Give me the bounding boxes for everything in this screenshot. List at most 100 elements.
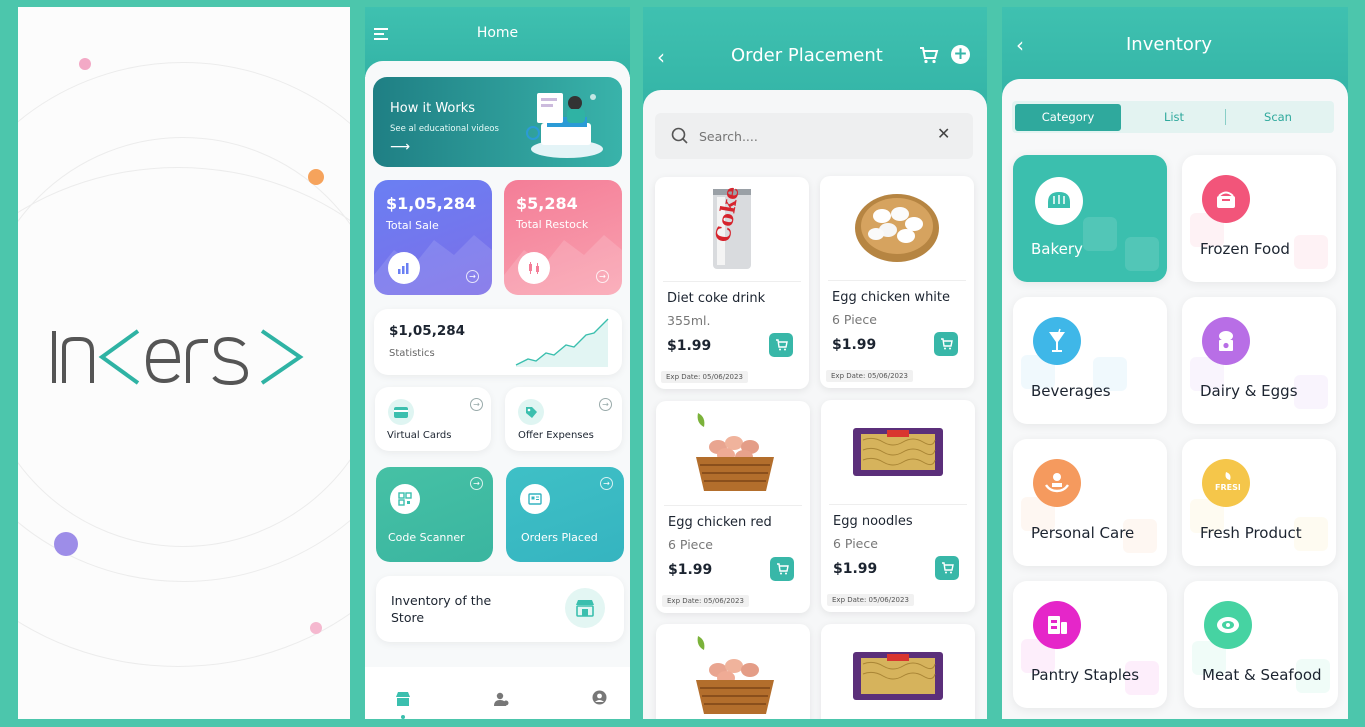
category-label: Pantry Staples xyxy=(1031,666,1140,684)
arrow-circle-icon[interactable]: → xyxy=(600,477,613,490)
product-qty: 6 Piece xyxy=(832,312,877,327)
category-beverages[interactable]: Beverages xyxy=(1013,297,1167,424)
total-sale-card[interactable]: $1,05,284 Total Sale → xyxy=(374,180,492,295)
inventory-card-line2: Store xyxy=(391,610,425,625)
order-placement-screen: ‹ Order Placement + ✕ Coke Diet coke dri… xyxy=(643,7,987,719)
offer-expenses-tile[interactable]: → Offer Expenses xyxy=(505,387,622,451)
add-icon[interactable]: + xyxy=(951,45,970,64)
category-label: Beverages xyxy=(1031,382,1111,400)
total-restock-card[interactable]: $5,284 Total Restock → xyxy=(504,180,622,295)
back-icon[interactable]: ‹ xyxy=(657,45,665,69)
inkers-logo xyxy=(52,329,304,386)
arrow-circle-icon[interactable]: → xyxy=(470,398,483,411)
product-qty: 355ml. xyxy=(667,313,711,328)
tab-list[interactable]: List xyxy=(1124,104,1224,131)
inventory-store-card[interactable]: Inventory of the Store xyxy=(376,576,624,642)
add-to-cart-button[interactable] xyxy=(935,556,959,580)
tab-category[interactable]: Category xyxy=(1015,104,1121,131)
cart-icon xyxy=(776,563,789,575)
back-icon[interactable]: ‹ xyxy=(1016,33,1024,57)
product-card[interactable]: Coke Diet coke drink 355ml. $1.99 Exp Da… xyxy=(655,177,809,389)
decor-shape xyxy=(1125,237,1159,271)
add-to-cart-button[interactable] xyxy=(934,332,958,356)
product-card[interactable]: Egg chicken red 6 Piece $1.99 Exp Date: … xyxy=(656,401,810,613)
add-to-cart-button[interactable] xyxy=(769,333,793,357)
decor-dot xyxy=(79,58,91,70)
personal-care-icon xyxy=(1033,459,1081,507)
view-tabs: Category List Scan xyxy=(1012,101,1334,133)
category-meat-seafood[interactable]: Meat & Seafood xyxy=(1184,581,1338,708)
drink-icon xyxy=(1033,317,1081,365)
splash-screen xyxy=(18,7,350,719)
product-card[interactable]: Egg chicken white 6 Piece $1.99 Exp Date… xyxy=(820,176,974,388)
meat-icon xyxy=(1204,601,1252,649)
product-card[interactable]: Egg noodles 6 Piece $1.99 Exp Date: 05/0… xyxy=(821,400,975,612)
bottom-nav xyxy=(365,667,630,719)
store-icon xyxy=(565,588,605,628)
category-frozen-food[interactable]: Frozen Food xyxy=(1182,155,1336,282)
page-title: Home xyxy=(476,25,519,41)
red-egg-basket-image xyxy=(696,636,774,714)
arrow-circle-icon[interactable]: → xyxy=(466,270,479,283)
home-screen: Home How it Works See al educational vid… xyxy=(365,7,630,719)
search-bar[interactable]: ✕ xyxy=(655,113,973,159)
red-egg-basket-image xyxy=(696,413,774,491)
product-card[interactable] xyxy=(656,624,810,719)
tile-label: Code Scanner xyxy=(388,531,465,544)
tag-icon xyxy=(518,399,544,425)
product-price: $1.99 xyxy=(832,337,877,353)
search-input[interactable] xyxy=(699,125,919,147)
virtual-cards-tile[interactable]: → Virtual Cards xyxy=(375,387,491,451)
banner-subtitle: See al educational videos xyxy=(390,124,499,134)
arrow-circle-icon[interactable]: → xyxy=(599,398,612,411)
orders-placed-tile[interactable]: → Orders Placed xyxy=(506,467,624,562)
svg-text:FRESH: FRESH xyxy=(1215,483,1240,492)
pantry-icon xyxy=(1033,601,1081,649)
cart-icon[interactable] xyxy=(919,46,939,68)
clear-icon[interactable]: ✕ xyxy=(937,124,950,143)
category-label: Dairy & Eggs xyxy=(1200,382,1298,400)
candlestick-icon xyxy=(518,252,550,284)
nav-user-icon[interactable] xyxy=(493,691,509,710)
egg-basket-image xyxy=(855,194,939,262)
expiry-date: Exp Date: 05/06/2023 xyxy=(661,371,748,383)
page-title: Order Placement xyxy=(731,45,883,66)
add-to-cart-button[interactable] xyxy=(770,557,794,581)
category-label: Personal Care xyxy=(1031,524,1135,542)
arrow-circle-icon[interactable]: → xyxy=(596,270,609,283)
tab-scan[interactable]: Scan xyxy=(1228,104,1328,131)
category-personal-care[interactable]: Personal Care xyxy=(1013,439,1167,566)
category-pantry-staples[interactable]: Pantry Staples xyxy=(1013,581,1167,708)
category-label: Meat & Seafood xyxy=(1202,666,1322,684)
bread-icon xyxy=(1035,177,1083,225)
line-chart-icon xyxy=(515,318,609,367)
tile-label: Offer Expenses xyxy=(518,430,594,441)
category-dairy-eggs[interactable]: Dairy & Eggs xyxy=(1182,297,1336,424)
category-fresh-product[interactable]: FRESH Fresh Product xyxy=(1182,439,1336,566)
card-icon xyxy=(388,399,414,425)
decor-dot xyxy=(310,622,322,634)
divider xyxy=(828,280,966,281)
how-it-works-banner[interactable]: How it Works See al educational videos ⟶ xyxy=(373,77,622,167)
banner-title: How it Works xyxy=(390,101,476,116)
noodles-pack-image xyxy=(853,428,943,476)
decor-shape xyxy=(1083,217,1117,251)
code-scanner-tile[interactable]: → Code Scanner xyxy=(376,467,493,562)
arrow-circle-icon[interactable]: → xyxy=(470,477,483,490)
category-bakery[interactable]: Bakery xyxy=(1013,155,1167,282)
nav-profile-icon[interactable] xyxy=(592,690,607,709)
product-price: $1.99 xyxy=(667,338,712,354)
arrow-right-icon[interactable]: ⟶ xyxy=(390,139,410,155)
total-restock-amount: $5,284 xyxy=(516,194,578,213)
expiry-date: Exp Date: 05/06/2023 xyxy=(662,595,749,607)
statistics-card[interactable]: $1,05,284 Statistics xyxy=(374,309,622,375)
product-card[interactable] xyxy=(821,624,975,719)
nav-store-icon[interactable] xyxy=(395,691,411,719)
product-price: $1.99 xyxy=(833,561,878,577)
cart-icon xyxy=(941,562,954,574)
category-label: Bakery xyxy=(1031,240,1083,258)
dairy-icon xyxy=(1202,317,1250,365)
product-price: $1.99 xyxy=(668,562,713,578)
inventory-screen: ‹ Inventory Category List Scan Bakery Fr… xyxy=(1002,7,1348,719)
qr-code-icon xyxy=(390,484,420,514)
